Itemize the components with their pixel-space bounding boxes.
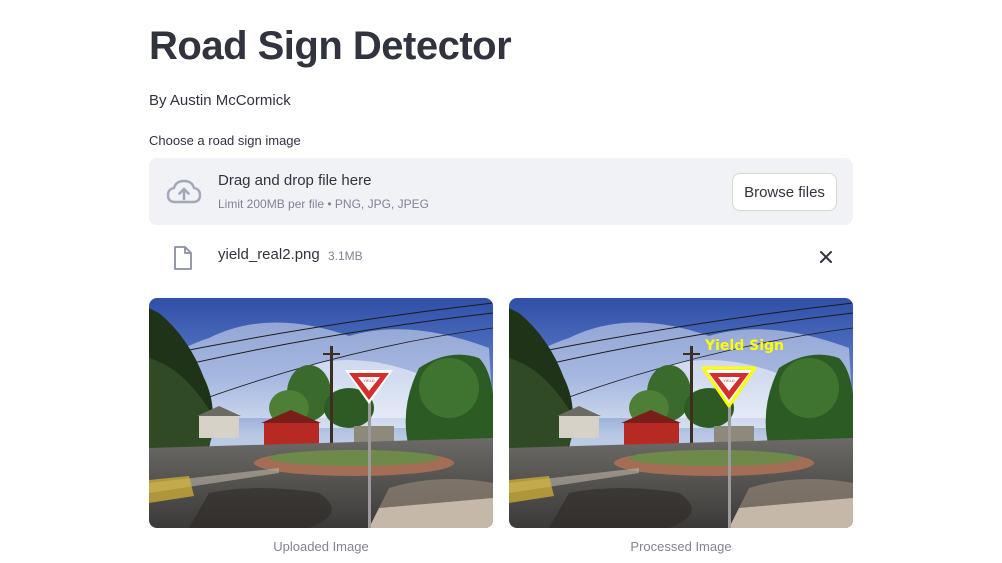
processed-image-caption: Processed Image [630,539,732,554]
file-size: 3.1MB [328,249,363,263]
dropzone-instructions: Drag and drop file here [218,172,372,189]
browse-files-button[interactable]: Browse files [732,173,837,211]
uploaded-file-item: yield_real2.png 3.1MB [149,240,853,276]
uploader-label: Choose a road sign image [149,133,301,148]
author-byline: By Austin McCormick [149,92,291,109]
uploaded-image-caption: Uploaded Image [273,539,369,554]
file-icon [174,246,192,270]
close-icon[interactable] [817,248,835,266]
page: Road Sign Detector By Austin McCormick C… [0,0,1002,563]
processed-image: Yield Sign [509,298,853,528]
cloud-upload-icon [166,179,202,204]
file-dropzone[interactable]: Drag and drop file here Limit 200MB per … [149,158,853,225]
page-title: Road Sign Detector [149,24,512,68]
file-name: yield_real2.png [218,246,320,263]
dropzone-limit: Limit 200MB per file • PNG, JPG, JPEG [218,197,429,211]
detection-label: Yield Sign [704,338,784,354]
uploaded-image [149,298,493,528]
